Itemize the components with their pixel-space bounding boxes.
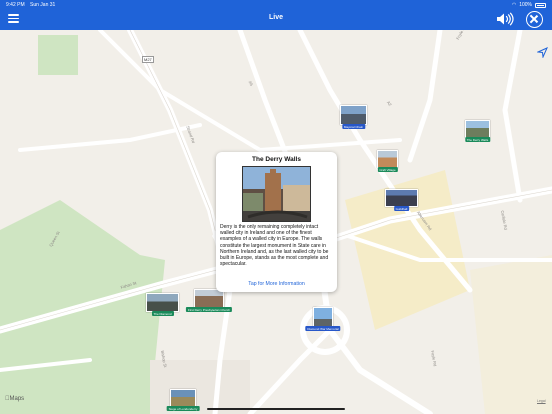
pin-thumbnail — [146, 293, 179, 312]
maps-logo: Maps — [5, 396, 24, 402]
map-pin-craft-village[interactable]: Craft Village — [377, 150, 398, 172]
close-icon[interactable] — [526, 11, 543, 28]
status-time: 9:42 PM — [6, 2, 25, 8]
pin-thumbnail — [170, 389, 196, 407]
road-label-m27: M27 — [142, 56, 154, 63]
pin-thumbnail — [194, 289, 224, 308]
wifi-icon: ◠ — [511, 2, 517, 8]
status-bar: 9:42 PM Sun Jan 31 ◠ 100% — [6, 1, 546, 10]
info-callout[interactable]: The Derry Walls Derry is the only remain… — [216, 152, 337, 292]
map-pin-siege[interactable]: Siege of Londonderry — [166, 389, 200, 411]
pin-thumbnail — [385, 189, 418, 207]
pin-thumbnail — [465, 120, 490, 138]
location-arrow-icon[interactable] — [536, 45, 548, 59]
pin-label: The Diamond — [151, 311, 174, 316]
pin-label: First Derry Presbyterian Church — [185, 307, 233, 312]
map-pin-war-memorial[interactable]: Diamond War Memorial — [305, 307, 341, 331]
battery-percent: 100% — [519, 2, 532, 8]
map-pin-the-diamond[interactable]: The Diamond — [146, 293, 179, 316]
status-indicators: ◠ 100% — [512, 1, 546, 10]
pin-label: Mayoral Chain — [341, 124, 366, 129]
callout-photo — [242, 166, 311, 222]
map-pin-derry-walls[interactable]: The Derry Walls — [464, 120, 491, 142]
page-title: Live — [268, 14, 283, 21]
pin-thumbnail — [313, 307, 333, 327]
battery-icon — [535, 3, 546, 8]
pin-label: Craft Village — [377, 167, 398, 172]
map-pin-presbyterian-church[interactable]: First Derry Presbyterian Church — [185, 289, 233, 312]
pin-thumbnail — [377, 150, 398, 168]
status-date: Sun Jan 31 — [30, 2, 56, 8]
pin-label: The Derry Walls — [464, 137, 491, 142]
pin-label: Guildhall — [393, 206, 410, 211]
pin-thumbnail — [340, 105, 367, 125]
map-pin-guildhall[interactable]: Guildhall — [385, 189, 418, 211]
pin-label: Diamond War Memorial — [305, 326, 341, 331]
navigation-bar: 9:42 PM Sun Jan 31 ◠ 100% Live — [0, 0, 552, 30]
home-indicator[interactable] — [207, 408, 345, 410]
speaker-icon[interactable] — [496, 12, 516, 26]
pin-label: Siege of Londonderry — [166, 406, 200, 411]
more-info-link[interactable]: Tap for More Information — [216, 281, 337, 287]
legal-link[interactable]: Legal — [537, 399, 546, 403]
map-pin-mayoral-chain[interactable]: Mayoral Chain — [340, 105, 367, 129]
callout-title: The Derry Walls — [252, 156, 301, 163]
callout-description: Derry is the only remaining completely i… — [220, 224, 329, 268]
